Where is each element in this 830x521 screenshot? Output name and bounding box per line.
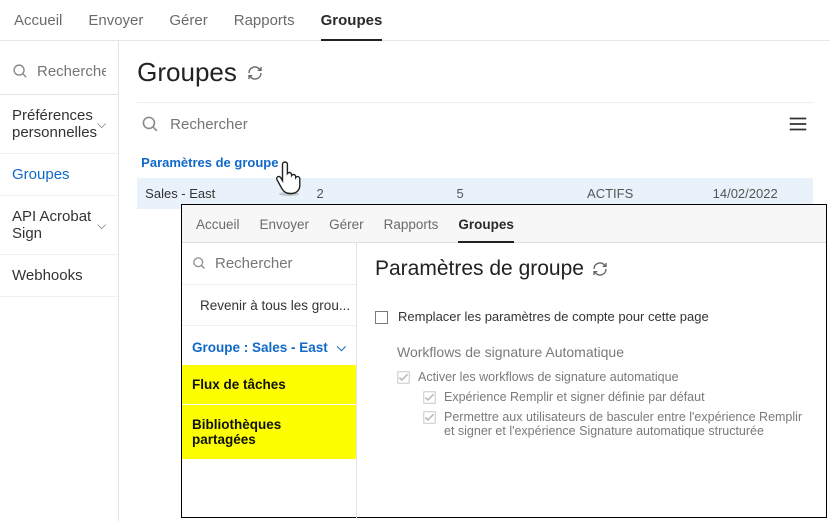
- tab-envoyer[interactable]: Envoyer: [88, 8, 143, 40]
- sidebar-item-label: Préférences personnelles: [12, 107, 97, 141]
- sidebar-item-bibliotheques[interactable]: Bibliothèques partagées: [182, 405, 356, 460]
- checkbox-checked-icon: [423, 391, 436, 404]
- inner-sidebar-search[interactable]: [182, 249, 356, 278]
- group-col-b: 5: [385, 186, 535, 201]
- search-icon: [141, 115, 160, 134]
- option-label: Activer les workflows de signature autom…: [418, 370, 679, 384]
- back-label: Revenir à tous les grou...: [200, 298, 350, 313]
- option-label: Permettre aux utilisateurs de basculer e…: [444, 410, 808, 438]
- option-row[interactable]: Expérience Remplir et signer définie par…: [375, 386, 808, 406]
- sidebar-item-api[interactable]: API Acrobat Sign ⌵: [0, 196, 118, 255]
- sidebar-item-webhooks[interactable]: Webhooks: [0, 255, 118, 297]
- inner-tab-rapports[interactable]: Rapports: [384, 213, 439, 242]
- main-search-input[interactable]: [170, 116, 470, 133]
- option-label: Expérience Remplir et signer définie par…: [444, 390, 705, 404]
- tab-rapports[interactable]: Rapports: [234, 8, 295, 40]
- search-icon: [192, 256, 207, 271]
- page-title: Groupes: [137, 57, 237, 88]
- inner-tab-accueil[interactable]: Accueil: [196, 213, 240, 242]
- inner-tab-groupes[interactable]: Groupes: [458, 213, 514, 243]
- checkbox-checked-icon: [397, 371, 410, 384]
- chevron-down-icon: ⌵: [97, 218, 106, 233]
- override-checkbox-row[interactable]: Remplacer les paramètres de compte pour …: [375, 309, 808, 340]
- sidebar-item-label: Groupes: [12, 166, 70, 183]
- overlay-window: Accueil Envoyer Gérer Rapports Groupes R…: [181, 204, 827, 518]
- sidebar-item-preferences[interactable]: Préférences personnelles ⌵: [0, 95, 118, 154]
- chevron-down-icon: ⌵: [337, 340, 346, 355]
- inner-sidebar-search-input[interactable]: [215, 255, 346, 272]
- refresh-icon[interactable]: [592, 261, 608, 277]
- group-date: 14/02/2022: [685, 186, 805, 201]
- tab-groupes[interactable]: Groupes: [321, 8, 383, 41]
- group-status: ACTIFS: [535, 186, 685, 201]
- inner-page-title: Paramètres de groupe: [375, 257, 584, 281]
- group-settings-link[interactable]: Paramètres de groupe: [137, 141, 813, 178]
- chevron-down-icon: ⌵: [97, 117, 106, 132]
- sidebar-search[interactable]: [0, 57, 118, 86]
- checkbox-unchecked-icon[interactable]: [375, 311, 388, 324]
- inner-main: Paramètres de groupe Remplacer les param…: [357, 243, 826, 519]
- outer-nav-tabs: Accueil Envoyer Gérer Rapports Groupes: [0, 0, 830, 41]
- group-name: Sales - East: [145, 186, 255, 201]
- section-title: Workflows de signature Automatique: [375, 340, 808, 366]
- override-label: Remplacer les paramètres de compte pour …: [398, 309, 709, 324]
- sidebar-item-groupes[interactable]: Groupes: [0, 154, 118, 196]
- tab-accueil[interactable]: Accueil: [14, 8, 62, 40]
- outer-sidebar: Préférences personnelles ⌵ Groupes API A…: [0, 41, 119, 521]
- group-col-a: 2: [255, 186, 385, 201]
- search-icon: [12, 63, 29, 80]
- inner-sidebar: Revenir à tous les grou... Groupe : Sale…: [182, 243, 357, 519]
- back-to-all-groups[interactable]: Revenir à tous les grou...: [182, 285, 356, 326]
- sidebar-item-label: Webhooks: [12, 267, 83, 284]
- refresh-icon[interactable]: [247, 65, 263, 81]
- sidebar-item-label: API Acrobat Sign: [12, 208, 97, 242]
- checkbox-checked-icon: [423, 411, 436, 424]
- option-row[interactable]: Activer les workflows de signature autom…: [375, 366, 808, 386]
- sidebar-search-input[interactable]: [37, 63, 106, 80]
- inner-tab-gerer[interactable]: Gérer: [329, 213, 364, 242]
- sidebar-item-flux-taches[interactable]: Flux de tâches: [182, 365, 356, 405]
- inner-nav-tabs: Accueil Envoyer Gérer Rapports Groupes: [182, 205, 826, 243]
- option-row[interactable]: Permettre aux utilisateurs de basculer e…: [375, 406, 808, 440]
- main-search[interactable]: [141, 115, 470, 134]
- inner-current-group[interactable]: Groupe : Sales - East ⌵: [182, 326, 356, 365]
- inner-tab-envoyer[interactable]: Envoyer: [260, 213, 310, 242]
- menu-icon[interactable]: [787, 113, 809, 135]
- inner-current-group-label: Groupe : Sales - East: [192, 340, 328, 355]
- tab-gerer[interactable]: Gérer: [169, 8, 207, 40]
